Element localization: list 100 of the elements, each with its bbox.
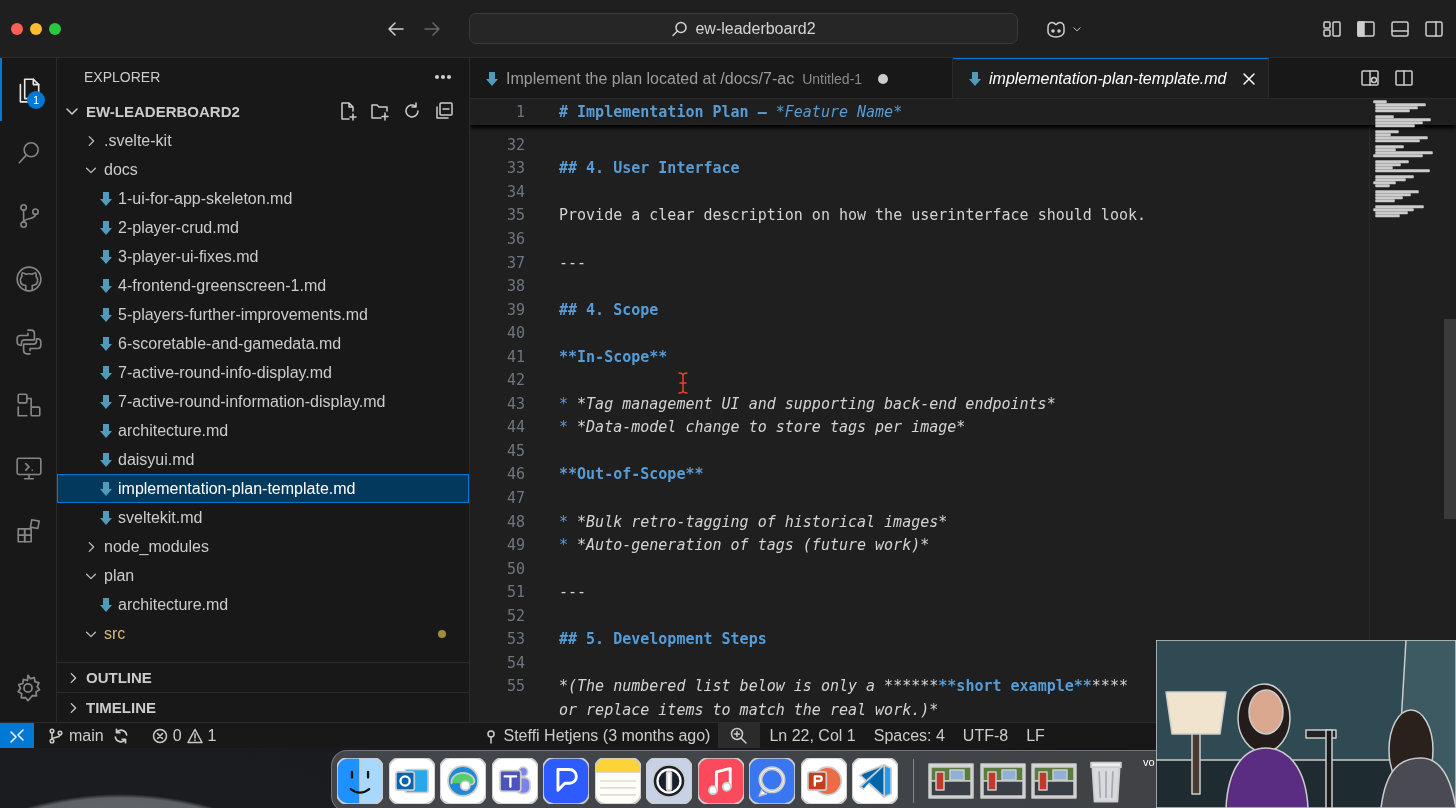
- sidebar-left-icon[interactable]: [1356, 18, 1376, 39]
- file-item[interactable]: 5-players-further-improvements.md: [57, 300, 469, 329]
- branch-icon: [48, 727, 64, 744]
- folder-item[interactable]: plan: [57, 561, 469, 590]
- down-arrow-icon: [100, 596, 112, 613]
- down-arrow-icon: [100, 509, 112, 526]
- code-line: * *Tag management UI and supporting back-end endpoints*: [559, 394, 1056, 413]
- code-line: ## 5. Development Steps: [559, 630, 767, 649]
- swirl-icon[interactable]: [440, 758, 486, 804]
- code-line: * *Auto-generation of tags (future work)*: [559, 536, 930, 555]
- file-item[interactable]: 4-frontend-greenscreen-1.md: [57, 271, 469, 300]
- remote-button[interactable]: [0, 723, 34, 748]
- code-line: # Implementation Plan – *Feature Name*: [559, 103, 903, 121]
- editor-tab[interactable]: implementation-plan-template.md: [953, 58, 1270, 98]
- down-arrow-icon: [100, 364, 112, 381]
- line-number: 49: [505, 536, 525, 555]
- desktop-label: vo: [1143, 756, 1155, 768]
- zoom-window-icon[interactable]: [49, 22, 61, 35]
- file-item[interactable]: 7-active-round-info-display.md: [57, 358, 469, 387]
- folder-item[interactable]: docs: [57, 155, 469, 184]
- face-icon[interactable]: [337, 758, 383, 804]
- code-line: **Out-of-Scope**: [559, 465, 704, 484]
- line-number: 40: [505, 324, 525, 343]
- workspace-header[interactable]: EW-LEADERBOARD2: [57, 96, 469, 126]
- music-note-icon[interactable]: [697, 758, 744, 804]
- line-number: 53: [505, 630, 525, 649]
- close-icon[interactable]: [1242, 71, 1257, 86]
- minimize-window-icon[interactable]: [30, 22, 42, 35]
- envelope-icon[interactable]: [388, 758, 435, 804]
- line-number: 39: [505, 300, 525, 319]
- notepad-icon[interactable]: [594, 758, 641, 804]
- file-item[interactable]: daisyui.md: [57, 445, 469, 474]
- remote-icon: [9, 727, 25, 744]
- file-item[interactable]: architecture.md: [57, 590, 469, 619]
- search-icon: [671, 19, 690, 38]
- file-item[interactable]: 2-player-crud.md: [57, 213, 469, 242]
- cat-icon[interactable]: [15, 264, 43, 293]
- error-icon: [151, 727, 168, 744]
- collapse-all-icon[interactable]: [434, 101, 454, 121]
- layout-icon[interactable]: [1322, 18, 1342, 39]
- branch-button[interactable]: main: [34, 723, 112, 748]
- code-line: ## 4. User Interface: [559, 159, 740, 178]
- line-number: 36: [505, 229, 525, 248]
- status-item[interactable]: LF: [1017, 723, 1054, 748]
- file-item[interactable]: 6-scoretable-and-gamedata.md: [57, 329, 469, 358]
- section-header[interactable]: OUTLINE: [57, 662, 469, 692]
- line-number: 52: [505, 606, 525, 625]
- boxes-icon[interactable]: [15, 390, 43, 419]
- folder-item[interactable]: .svelte-kit: [57, 126, 469, 155]
- down-arrow-icon: [100, 277, 112, 294]
- panel-bottom-icon[interactable]: [1390, 18, 1410, 39]
- preview-icon[interactable]: [1360, 68, 1380, 88]
- extensions-icon[interactable]: [15, 516, 43, 545]
- unsaved-dot-icon: [878, 73, 889, 84]
- folder-item[interactable]: node_modules: [57, 532, 469, 561]
- file-item[interactable]: 7-active-round-information-display.md: [57, 387, 469, 416]
- file-item[interactable]: implementation-plan-template.md: [57, 474, 469, 503]
- file-item[interactable]: 3-player-ui-fixes.md: [57, 242, 469, 271]
- line-number: 42: [505, 371, 525, 390]
- down-arrow-icon: [100, 306, 112, 323]
- status-item[interactable]: Ln 22, Col 1: [760, 723, 865, 748]
- count-badge: 1: [27, 91, 45, 109]
- code-line: Provide a clear description on how the userinterface should look.: [559, 206, 1146, 225]
- keyhole-icon[interactable]: [646, 758, 692, 804]
- code-line: * *Data-model change to store tags per image*: [559, 418, 966, 437]
- line-number: 34: [505, 182, 525, 201]
- slides-icon[interactable]: [800, 758, 847, 804]
- people-icon[interactable]: [491, 758, 538, 804]
- new-file-icon[interactable]: [338, 101, 358, 121]
- file-item[interactable]: sveltekit.md: [57, 503, 469, 532]
- down-arrow-icon: [486, 70, 498, 87]
- status-item[interactable]: Spaces: 4: [864, 723, 954, 748]
- close-window-icon[interactable]: [11, 22, 23, 35]
- split-editor-icon[interactable]: [1394, 68, 1414, 88]
- scrollbar-thumb[interactable]: [1444, 319, 1456, 519]
- speech-bubble-icon[interactable]: [749, 758, 795, 804]
- status-item[interactable]: UTF-8: [953, 723, 1018, 748]
- folder-item[interactable]: src: [57, 619, 469, 648]
- zoom-button[interactable]: [718, 723, 761, 748]
- code-editor-icon[interactable]: [852, 758, 898, 804]
- code-line: ---: [559, 583, 587, 602]
- line-number: 41: [505, 347, 525, 366]
- line-number: 32: [505, 135, 525, 154]
- chat-bubble-icon[interactable]: [543, 758, 589, 804]
- refresh-icon[interactable]: [402, 101, 422, 121]
- snake-logo-icon[interactable]: [15, 327, 43, 356]
- down-arrow-icon: [969, 70, 981, 87]
- down-arrow-icon: [100, 480, 112, 497]
- line-number: 44: [505, 418, 525, 437]
- line-number: 50: [505, 559, 525, 578]
- command-center-search[interactable]: ew-leaderboard2: [469, 13, 1018, 44]
- sidebar-right-icon[interactable]: [1424, 18, 1444, 39]
- file-item[interactable]: architecture.md: [57, 416, 469, 445]
- zoom-icon: [730, 726, 749, 745]
- new-folder-icon[interactable]: [370, 101, 390, 121]
- line-number: 55: [505, 677, 525, 696]
- line-number: 35: [505, 206, 525, 225]
- file-item[interactable]: 1-ui-for-app-skeleton.md: [57, 184, 469, 213]
- blame-button[interactable]: Steffi Hetjens (3 months ago): [474, 723, 719, 748]
- problems-button[interactable]: 0 1: [129, 723, 225, 748]
